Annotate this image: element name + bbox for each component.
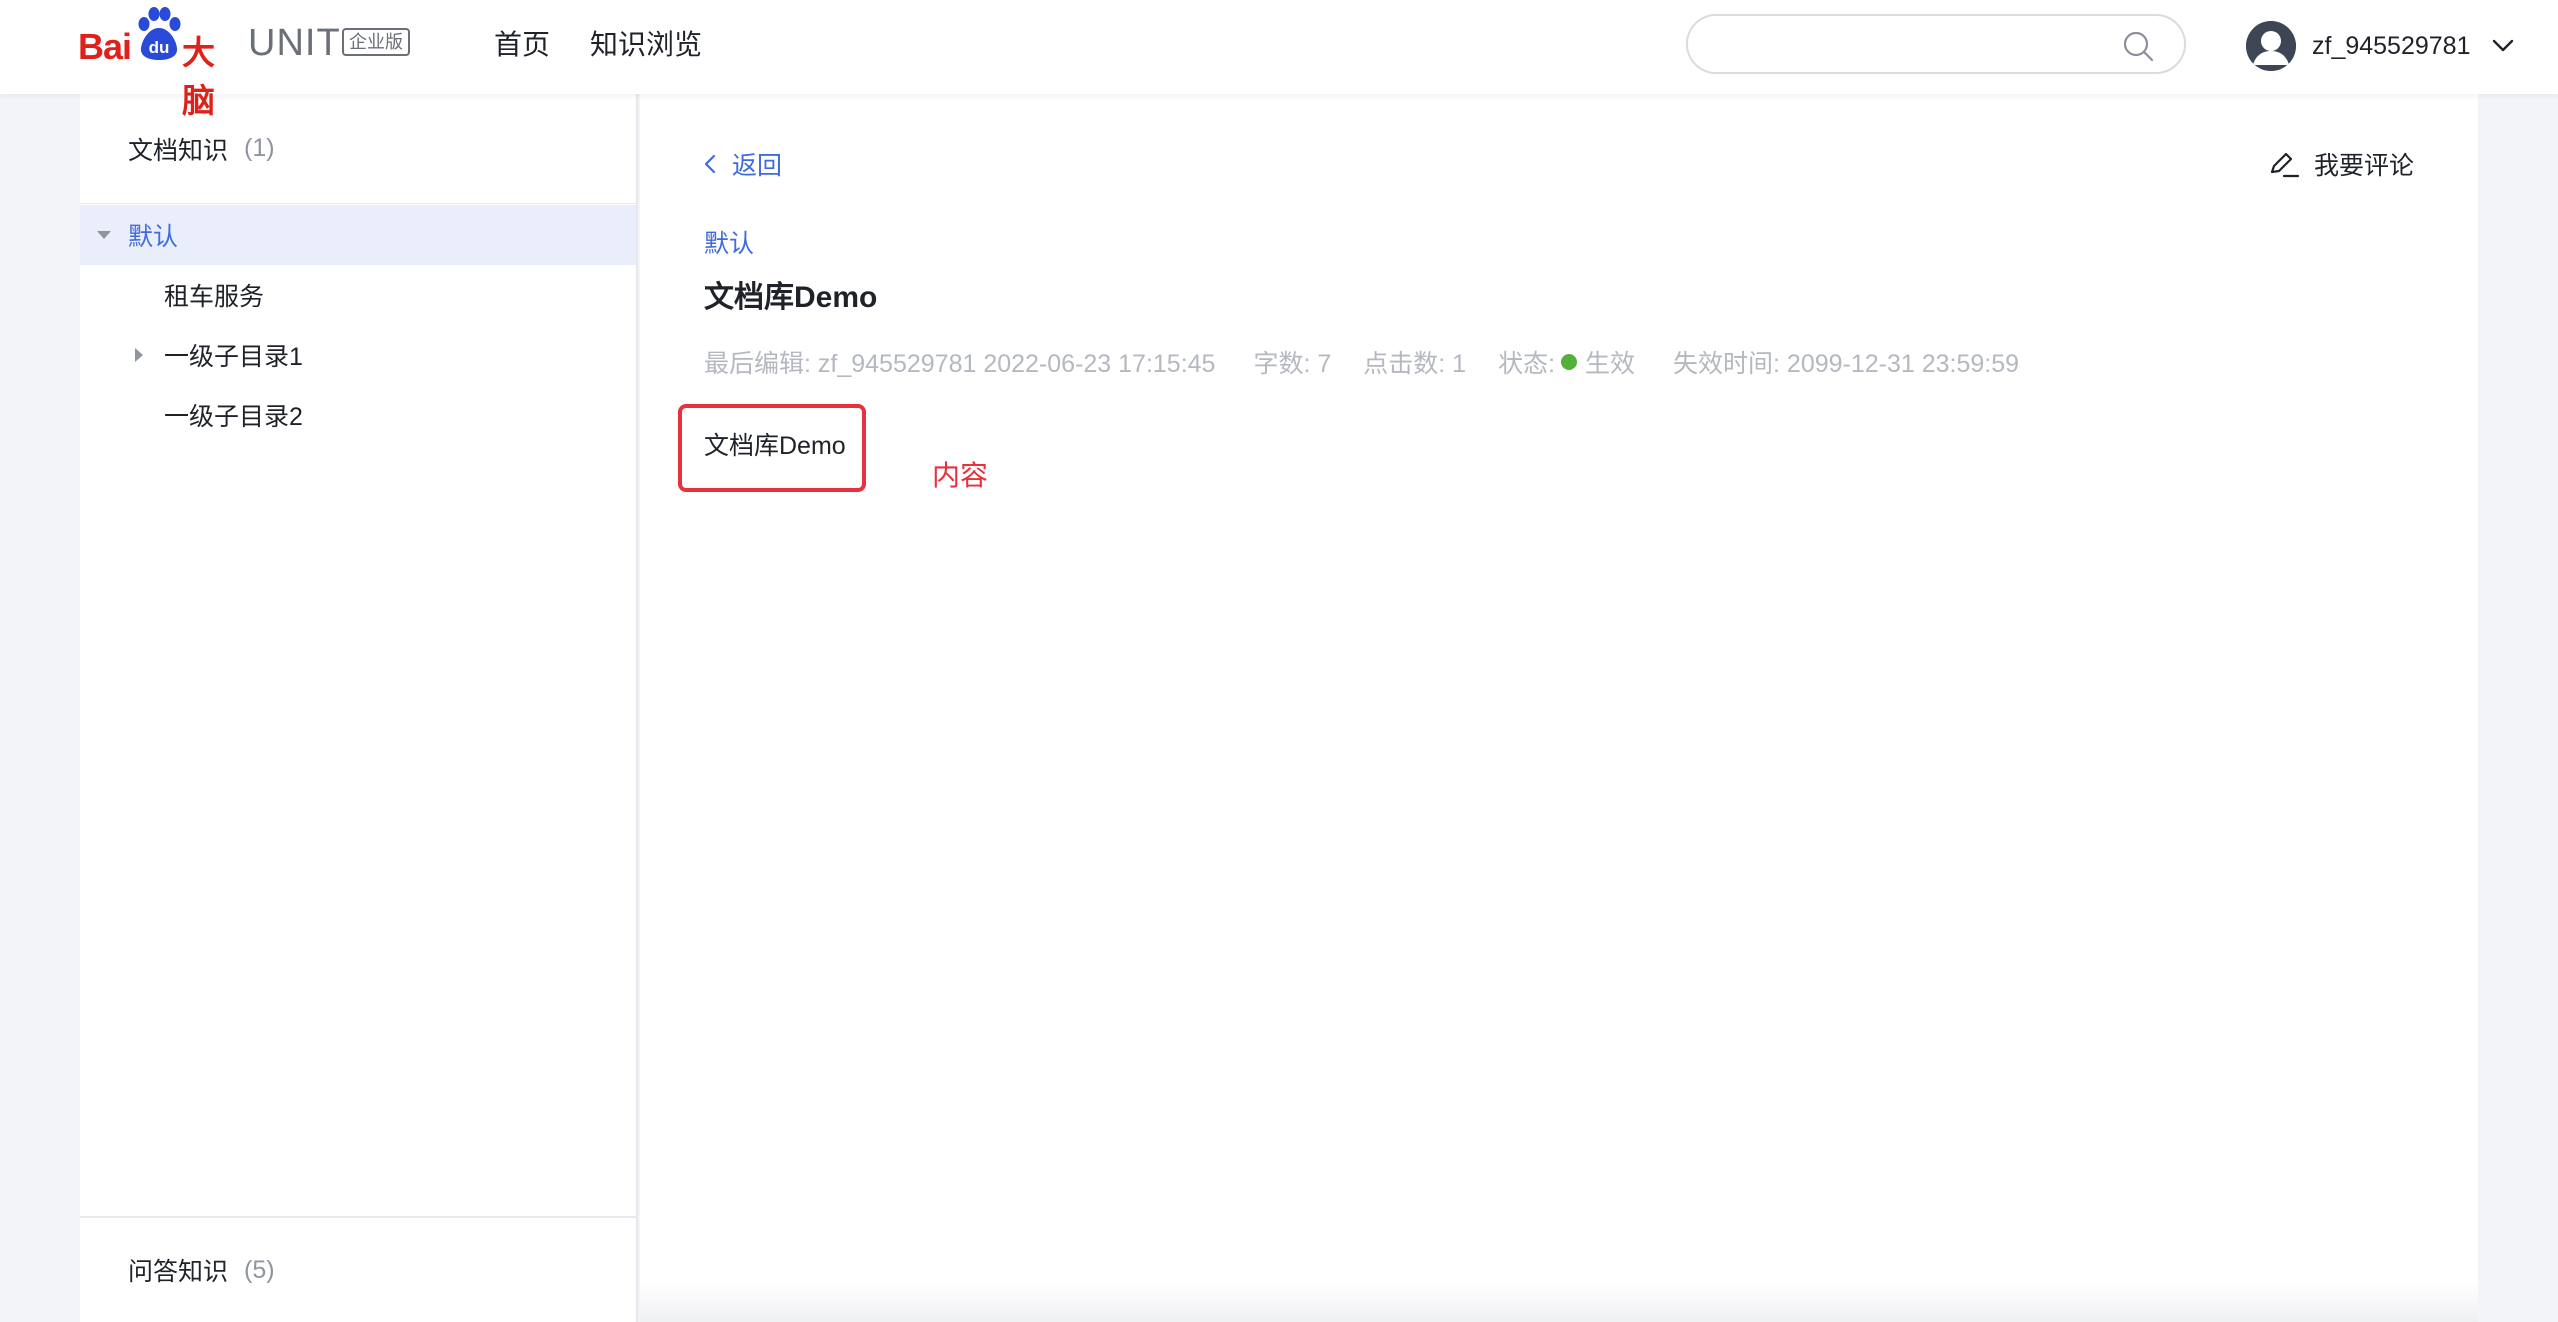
tree-item-label: 租车服务	[164, 283, 265, 311]
doc-knowledge-count: (1)	[244, 134, 275, 162]
nav-knowledge-browse[interactable]: 知识浏览	[590, 24, 702, 66]
baidu-paw-icon: du	[138, 7, 181, 60]
edit-pen-icon	[2270, 152, 2300, 178]
bottom-fade	[640, 1282, 2478, 1322]
page-title: 文档库Demo	[704, 281, 878, 314]
search-box[interactable]	[1686, 14, 2186, 74]
meta-word-count: 字数: 7	[1253, 350, 1332, 378]
chevron-left-icon	[704, 154, 716, 174]
logo-unit-text: UNIT	[248, 22, 341, 64]
caret-down-icon[interactable]	[96, 230, 112, 240]
logo-du-text: du	[149, 38, 170, 57]
doc-knowledge-header[interactable]: 文档知识 (1)	[80, 94, 636, 204]
comment-label: 我要评论	[2313, 152, 2414, 180]
tree-item-default[interactable]: 默认	[80, 205, 636, 265]
user-avatar-icon	[2246, 21, 2296, 71]
tree-item-label: 默认	[128, 223, 179, 251]
meta-status-label: 状态:	[1498, 350, 1556, 378]
comment-button[interactable]: 我要评论	[2268, 146, 2414, 182]
tree-item-label: 一级子目录2	[164, 403, 303, 431]
qa-knowledge-header[interactable]: 问答知识 (5)	[80, 1216, 636, 1322]
qa-knowledge-count: (5)	[244, 1255, 275, 1284]
directory-tree: 默认 租车服务 一级子目录1 一级子目录2	[80, 205, 636, 445]
avatar	[2246, 21, 2296, 71]
search-icon[interactable]	[2122, 30, 2154, 62]
document-meta: 最后编辑: zf_945529781 2022-06-23 17:15:45 字…	[704, 344, 2019, 380]
meta-expire-time: 失效时间: 2099-12-31 23:59:59	[1673, 350, 2020, 378]
back-button[interactable]: 返回	[704, 146, 782, 182]
logo-bai-text: Bai	[78, 26, 132, 67]
nav-home[interactable]: 首页	[494, 24, 550, 66]
tree-item-subdir-1[interactable]: 一级子目录1	[80, 325, 636, 385]
document-detail-panel: 返回 我要评论 默认 文档库Demo 最后编辑: zf_945529781 20…	[640, 94, 2478, 1322]
category-link[interactable]: 默认	[704, 224, 754, 260]
meta-last-edit: 最后编辑: zf_945529781 2022-06-23 17:15:45	[704, 350, 1216, 378]
doc-knowledge-label: 文档知识	[128, 136, 229, 165]
logo-danao-text: 大脑	[182, 34, 215, 119]
back-label: 返回	[732, 152, 783, 180]
tree-item-label: 一级子目录1	[164, 343, 303, 371]
username: zf_945529781	[2312, 31, 2471, 60]
tree-item-car-rental[interactable]: 租车服务	[80, 265, 636, 325]
tree-item-subdir-2[interactable]: 一级子目录2	[80, 385, 636, 445]
search-input[interactable]	[1712, 26, 2092, 62]
caret-right-icon[interactable]	[134, 347, 144, 363]
edition-badge: 企业版	[342, 28, 410, 56]
knowledge-sidebar: 文档知识 (1) 默认 租车服务 一级子目录1 一级子目录2 问答知识 (5)	[80, 94, 638, 1322]
status-dot-icon	[1561, 354, 1578, 370]
top-navigation: 首页 知识浏览	[494, 24, 702, 66]
document-content: 文档库Demo	[704, 432, 846, 460]
top-header: Bai du 大脑 UNIT 企业版 首页 知识浏览 zf_945529781	[0, 0, 2558, 119]
qa-knowledge-label: 问答知识	[128, 1258, 229, 1286]
meta-clicks: 点击数: 1	[1363, 350, 1467, 378]
content-annotation: 内容	[932, 460, 989, 491]
chevron-down-icon[interactable]	[2492, 39, 2514, 53]
meta-status-value: 生效	[1585, 350, 1636, 378]
user-menu[interactable]: zf_945529781	[2246, 20, 2514, 72]
